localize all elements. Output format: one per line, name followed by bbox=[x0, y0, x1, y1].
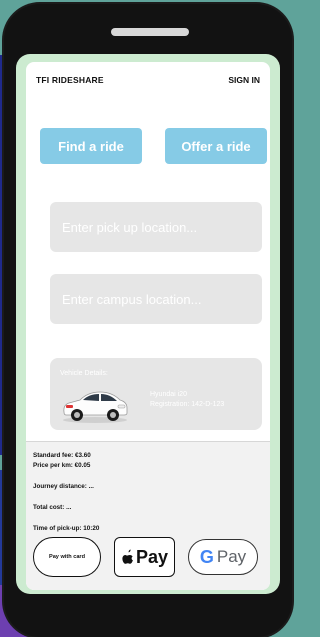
vehicle-details-card: Vehicle Details: Hyundai i20 Registratio… bbox=[50, 358, 262, 430]
pay-with-card-button[interactable]: Pay with card bbox=[33, 537, 101, 577]
apple-pay-button[interactable]: Pay bbox=[114, 537, 175, 577]
google-pay-button[interactable]: G Pay bbox=[188, 539, 258, 575]
vehicle-registration: Registration: 142-D-123 bbox=[150, 401, 225, 408]
standard-fee: Standard fee: €3.60 bbox=[33, 452, 91, 459]
sign-in-link[interactable]: SIGN IN bbox=[228, 75, 260, 85]
google-g-icon: G bbox=[199, 546, 214, 567]
car-image bbox=[63, 391, 128, 423]
app-brand: TFI RIDESHARE bbox=[36, 75, 104, 85]
phone-frame: TFI RIDESHARE SIGN IN Find a ride Offer … bbox=[4, 4, 292, 637]
google-pay-label: Pay bbox=[216, 547, 247, 566]
total-cost: Total cost: ... bbox=[33, 504, 72, 511]
offer-ride-button[interactable]: Offer a ride bbox=[165, 128, 267, 164]
fare-panel: Standard fee: €3.60 Price per km: €0.05 … bbox=[26, 441, 270, 590]
price-per-km: Price per km: €0.05 bbox=[33, 462, 91, 469]
apple-icon bbox=[122, 549, 133, 564]
pickup-time: Time of pick-up: 10:20 bbox=[33, 525, 100, 532]
vehicle-details-title: Vehicle Details: bbox=[60, 370, 108, 377]
pickup-location-input[interactable]: Enter pick up location... bbox=[50, 202, 262, 252]
app-view: TFI RIDESHARE SIGN IN Find a ride Offer … bbox=[26, 62, 270, 590]
vehicle-info: Hyundai i20 Registration: 142-D-123 bbox=[150, 390, 224, 410]
journey-distance: Journey distance: ... bbox=[33, 483, 94, 490]
apple-pay-label: Pay bbox=[135, 546, 169, 567]
speaker-grille bbox=[111, 28, 189, 36]
campus-location-input[interactable]: Enter campus location... bbox=[50, 274, 262, 324]
find-ride-button[interactable]: Find a ride bbox=[40, 128, 142, 164]
phone-screen: TFI RIDESHARE SIGN IN Find a ride Offer … bbox=[16, 54, 280, 594]
vehicle-model: Hyundai i20 bbox=[150, 391, 187, 398]
